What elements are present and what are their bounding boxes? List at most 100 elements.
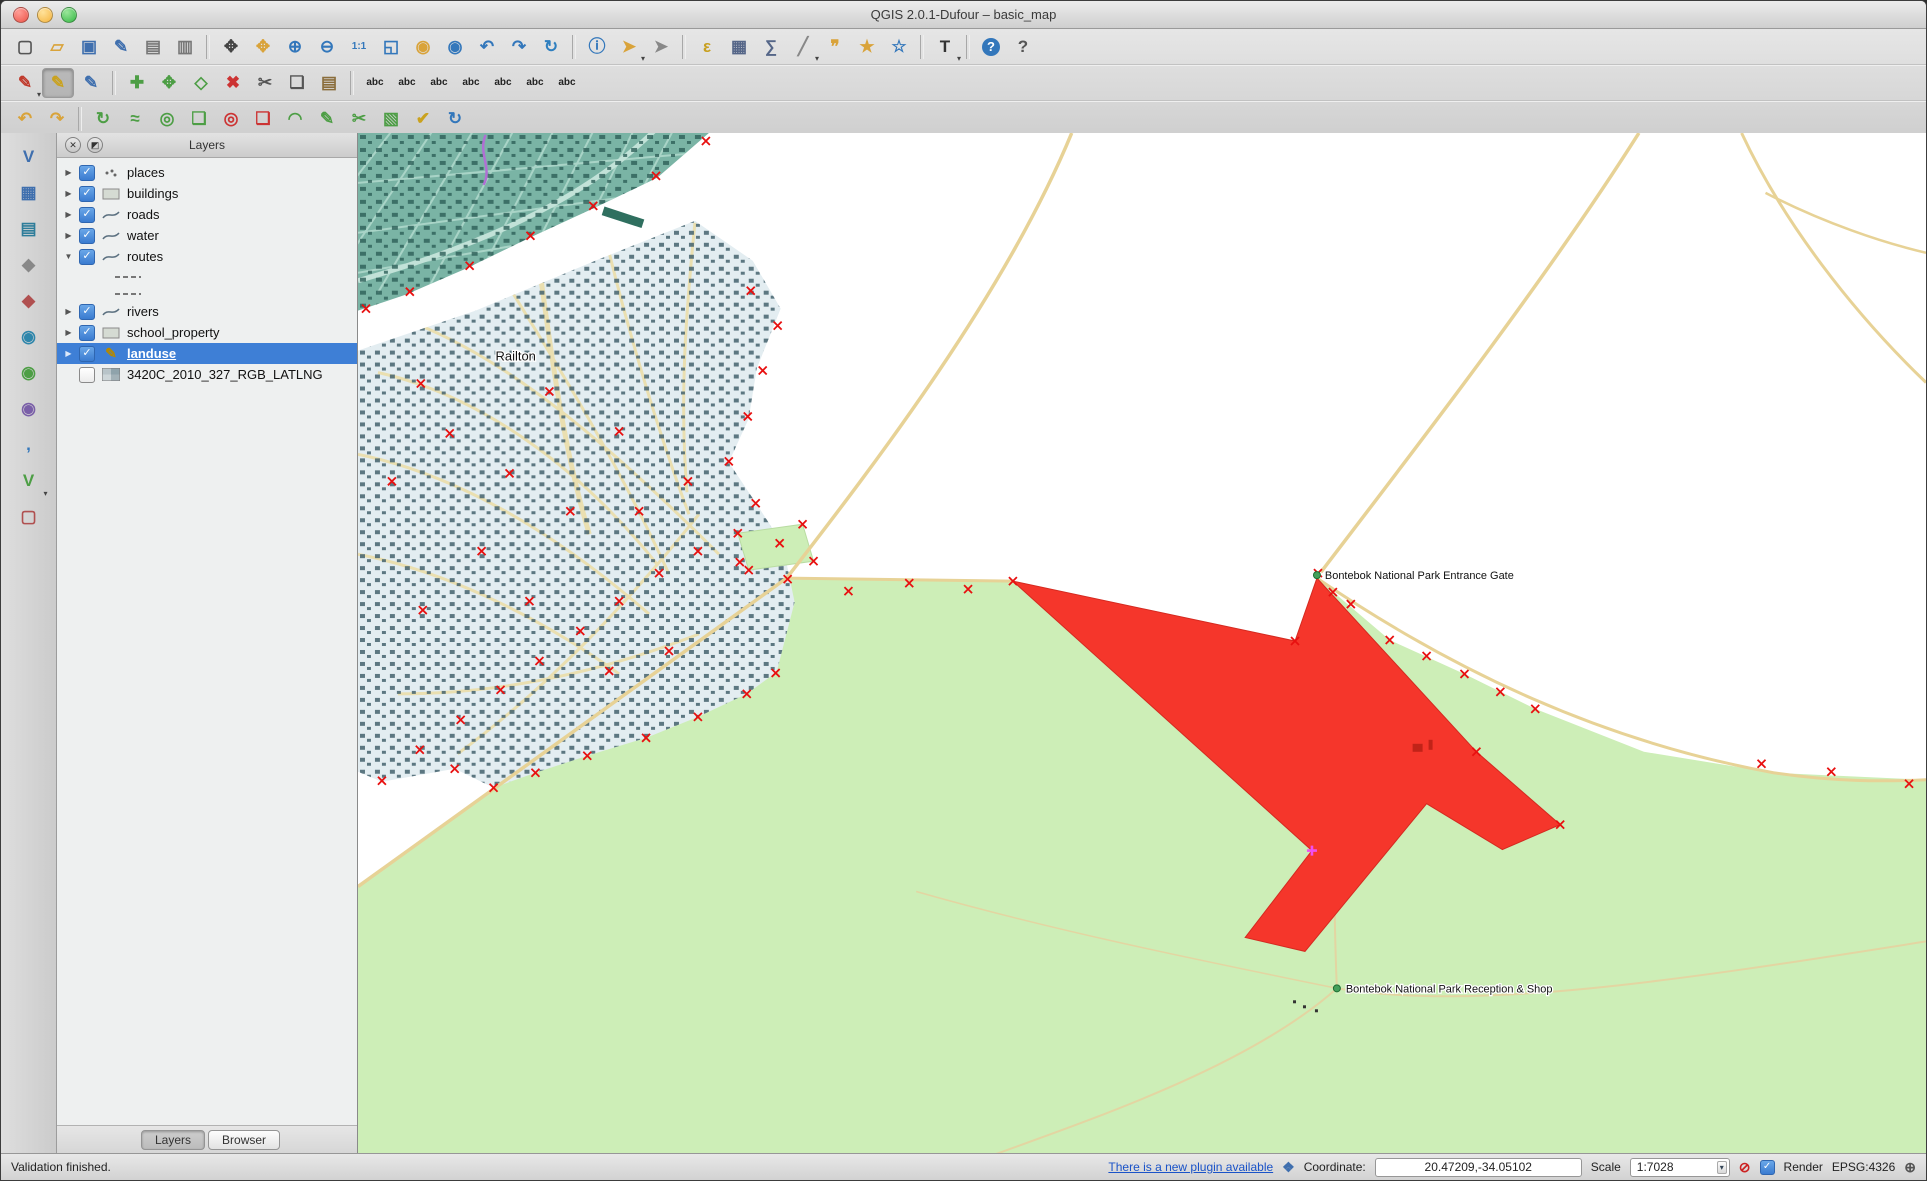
label-show-hide-button[interactable]: abc — [552, 69, 582, 97]
add-oracle-layer-button[interactable]: ◆ — [11, 285, 47, 316]
toggle-editing-button[interactable]: ✎ — [42, 68, 74, 98]
select-features-button[interactable]: ➤▾ — [614, 33, 644, 61]
layer-symbology-item[interactable] — [57, 267, 357, 284]
add-spatialite-layer-button[interactable]: ◆ — [11, 249, 47, 280]
select-by-expression-button[interactable]: ε — [692, 33, 722, 61]
layer-item-roads[interactable]: ▶✓roads — [57, 204, 357, 225]
zoom-last-button[interactable]: ↶ — [472, 33, 502, 61]
rotate-feature-button[interactable]: ↻ — [88, 105, 118, 133]
whats-this-button[interactable]: ? — [1008, 33, 1038, 61]
zoom-to-layer-button[interactable]: ◉ — [440, 33, 470, 61]
layer-visibility-checkbox[interactable]: ✓ — [79, 165, 95, 181]
labeling-options-button[interactable]: abc — [360, 69, 390, 97]
stop-rendering-icon[interactable]: ⊘ — [1739, 1160, 1751, 1174]
label-rotate-button[interactable]: abc — [488, 69, 518, 97]
minimize-button[interactable] — [37, 7, 53, 23]
label-change-properties-button[interactable]: abc — [520, 69, 550, 97]
measure-button[interactable]: ╱▾ — [788, 33, 818, 61]
deselect-features-button[interactable]: ➤ — [646, 33, 676, 61]
layer-visibility-checkbox[interactable]: ✓ — [79, 304, 95, 320]
move-feature-button[interactable]: ✥ — [154, 69, 184, 97]
add-wcs-layer-button[interactable]: ◉ — [11, 357, 47, 388]
layer-visibility-checkbox[interactable]: ✓ — [79, 325, 95, 341]
zoom-next-button[interactable]: ↷ — [504, 33, 534, 61]
split-features-button[interactable]: ✂ — [344, 105, 374, 133]
zoom-in-button[interactable]: ⊕ — [280, 33, 310, 61]
expand-arrow-icon[interactable]: ▶ — [63, 307, 74, 316]
add-part-button[interactable]: ❏ — [184, 105, 214, 133]
layer-item-landuse[interactable]: ▶✓✎landuse — [57, 343, 357, 364]
composer-manager-button[interactable]: ▥ — [170, 33, 200, 61]
map-canvas[interactable]: RailtonBontebok National Park Entrance G… — [358, 133, 1926, 1154]
new-layer-menu-button[interactable]: V▾ — [11, 465, 47, 496]
render-checkbox[interactable]: ✓ — [1760, 1160, 1775, 1175]
simplify-feature-button[interactable]: ≈ — [120, 105, 150, 133]
expand-arrow-icon[interactable]: ▼ — [63, 252, 74, 261]
reshape-features-button[interactable]: ✎ — [312, 105, 342, 133]
new-composer-button[interactable]: ▤ — [138, 33, 168, 61]
layer-visibility-checkbox[interactable]: ✓ — [79, 249, 95, 265]
scale-combo[interactable]: 1:7028 ▾ — [1630, 1158, 1730, 1177]
cut-features-button[interactable]: ✂ — [250, 69, 280, 97]
add-vector-layer-button[interactable]: V — [11, 141, 47, 172]
plugin-link[interactable]: There is a new plugin available — [1108, 1160, 1273, 1174]
add-feature-button[interactable]: ✚ — [122, 69, 152, 97]
redo-button[interactable]: ↷ — [42, 105, 72, 133]
new-shapefile-layer-button[interactable]: ▢ — [11, 501, 47, 532]
layer-item-school_property[interactable]: ▶✓school_property — [57, 322, 357, 343]
pan-map-button[interactable]: ✥ — [216, 33, 246, 61]
save-project-as-button[interactable]: ✎ — [106, 33, 136, 61]
delete-ring-button[interactable]: ◎ — [216, 105, 246, 133]
expand-arrow-icon[interactable]: ▶ — [63, 349, 74, 358]
panel-close-button[interactable]: ✕ — [65, 137, 81, 153]
expand-arrow-icon[interactable]: ▶ — [63, 189, 74, 198]
close-button[interactable] — [13, 7, 29, 23]
label-pin-unpin-button[interactable]: abc — [392, 69, 422, 97]
zoom-actual-button[interactable]: 1:1 — [344, 33, 374, 61]
undo-button[interactable]: ↶ — [10, 105, 40, 133]
label-highlight-button[interactable]: abc — [424, 69, 454, 97]
expand-arrow-icon[interactable]: ▶ — [63, 231, 74, 240]
layer-item-routes[interactable]: ▼✓routes — [57, 246, 357, 267]
zoom-out-button[interactable]: ⊖ — [312, 33, 342, 61]
layer-item-rivers[interactable]: ▶✓rivers — [57, 301, 357, 322]
add-wfs-layer-button[interactable]: ◉ — [11, 393, 47, 424]
add-wms-layer-button[interactable]: ◉ — [11, 321, 47, 352]
layer-item-3420C_2010_327_RGB_LATLNG[interactable]: 3420C_2010_327_RGB_LATLNG — [57, 364, 357, 385]
check-geometries-button[interactable]: ✔ — [408, 105, 438, 133]
identify-features-button[interactable]: ⓘ — [582, 33, 612, 61]
expand-arrow-icon[interactable]: ▶ — [63, 328, 74, 337]
node-tool-button[interactable]: ◇ — [186, 69, 216, 97]
plugin-icon[interactable]: ❖ — [1282, 1160, 1295, 1174]
paste-features-button[interactable]: ▤ — [314, 69, 344, 97]
attribute-table-button[interactable]: ▦ — [724, 33, 754, 61]
add-ring-button[interactable]: ◎ — [152, 105, 182, 133]
rotate-point-symbols-button[interactable]: ↻ — [440, 105, 470, 133]
copy-features-button[interactable]: ❏ — [282, 69, 312, 97]
zoom-to-selection-button[interactable]: ◉ — [408, 33, 438, 61]
layer-item-water[interactable]: ▶✓water — [57, 225, 357, 246]
layer-item-places[interactable]: ▶✓places — [57, 162, 357, 183]
new-project-button[interactable]: ▢ — [10, 33, 40, 61]
pan-to-selection-button[interactable]: ✥ — [248, 33, 278, 61]
merge-features-button[interactable]: ▧ — [376, 105, 406, 133]
layer-visibility-checkbox[interactable] — [79, 367, 95, 383]
coordinate-input[interactable]: 20.47209,-34.05102 — [1375, 1158, 1582, 1177]
expand-arrow-icon[interactable]: ▶ — [63, 210, 74, 219]
field-calculator-button[interactable]: ∑ — [756, 33, 786, 61]
layer-visibility-checkbox[interactable]: ✓ — [79, 228, 95, 244]
tab-layers[interactable]: Layers — [141, 1130, 205, 1150]
layer-symbology-item[interactable] — [57, 284, 357, 301]
current-edits-button[interactable]: ✎▾ — [10, 69, 40, 97]
add-raster-layer-button[interactable]: ▦ — [11, 177, 47, 208]
add-delimited-text-layer-button[interactable]: , — [11, 429, 47, 460]
crs-status-icon[interactable]: ⊕ — [1904, 1160, 1916, 1174]
refresh-map-button[interactable]: ↻ — [536, 33, 566, 61]
show-bookmarks-button[interactable]: ☆ — [884, 33, 914, 61]
tab-browser[interactable]: Browser — [208, 1130, 280, 1150]
label-move-button[interactable]: abc — [456, 69, 486, 97]
open-project-button[interactable]: ▱ — [42, 33, 72, 61]
new-bookmark-button[interactable]: ★ — [852, 33, 882, 61]
delete-selected-button[interactable]: ✖ — [218, 69, 248, 97]
layer-visibility-checkbox[interactable]: ✓ — [79, 346, 95, 362]
